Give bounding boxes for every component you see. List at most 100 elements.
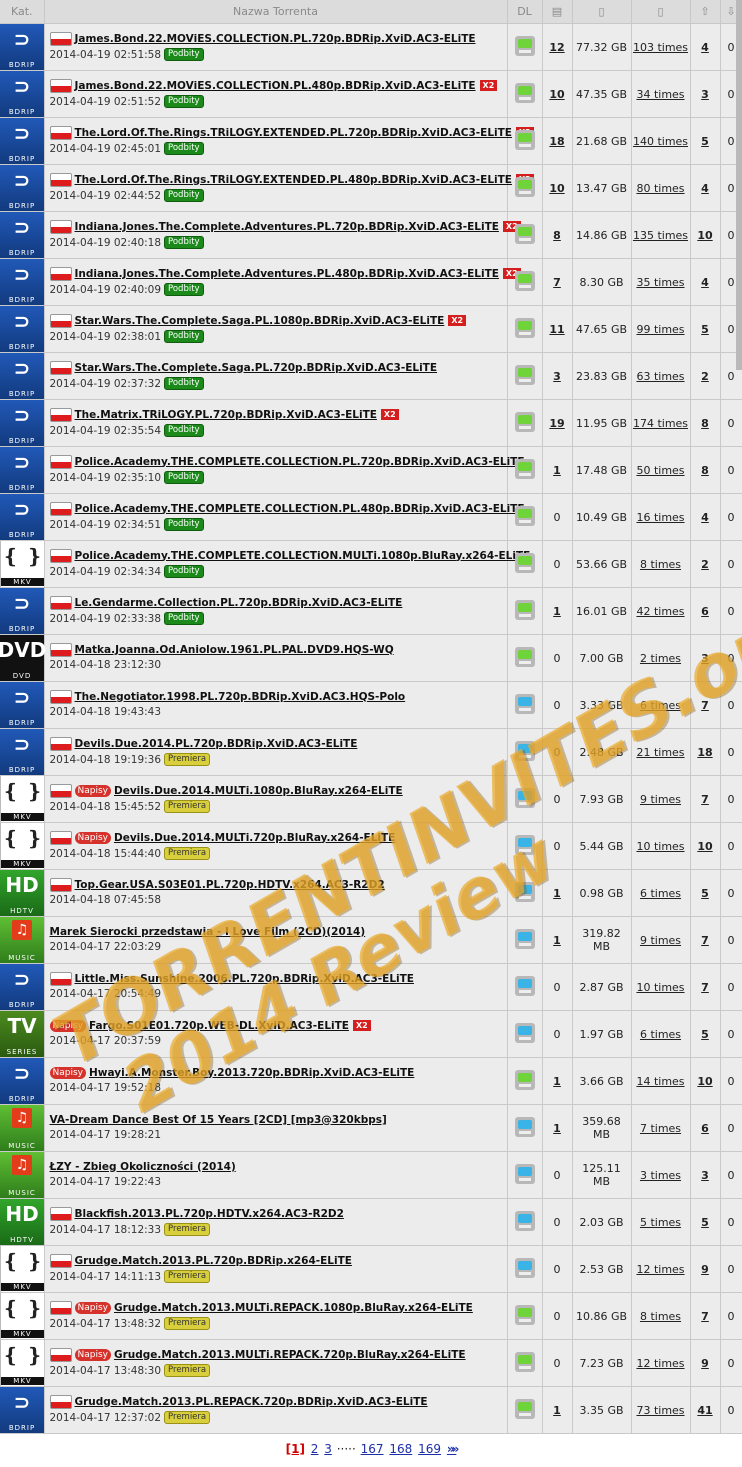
files-cell[interactable]: 1: [542, 1057, 573, 1105]
dl-cell[interactable]: [507, 822, 543, 870]
torrent-title-link[interactable]: The.Lord.Of.The.Rings.TRiLOGY.EXTENDED.P…: [75, 174, 512, 186]
category-cell[interactable]: ⊃ BDRIP: [0, 587, 45, 635]
dl-cell[interactable]: [507, 963, 543, 1011]
category-cell[interactable]: DVD DVD: [0, 634, 46, 682]
completed-times-link[interactable]: 63 times: [636, 370, 684, 383]
dl-cell[interactable]: [507, 1292, 543, 1340]
completed-cell[interactable]: 50 times: [631, 446, 691, 494]
download-icon[interactable]: [514, 834, 535, 855]
torrent-title-link[interactable]: Grudge.Match.2013.MULTi.REPACK.720p.BluR…: [114, 1349, 466, 1361]
completed-times-link[interactable]: 135 times: [633, 229, 688, 242]
download-icon[interactable]: [514, 646, 535, 667]
seeders-cell[interactable]: 18: [690, 728, 721, 776]
files-cell[interactable]: 1: [542, 916, 573, 964]
category-bdrip-icon[interactable]: ⊃ BDRIP: [0, 588, 44, 634]
seeders-count[interactable]: 10: [697, 229, 712, 242]
download-icon[interactable]: [514, 1210, 535, 1231]
category-cell[interactable]: ❴ ❵ MKV: [0, 822, 45, 870]
dl-cell[interactable]: [507, 1198, 543, 1246]
torrent-title-link[interactable]: Police.Academy.THE.COMPLETE.COLLECTiON.P…: [75, 456, 525, 468]
completed-times-link[interactable]: 6 times: [640, 887, 681, 900]
files-count[interactable]: 1: [553, 887, 561, 900]
seeders-count[interactable]: 9: [701, 1357, 709, 1370]
download-icon[interactable]: [514, 176, 535, 197]
seeders-cell[interactable]: 3: [690, 70, 721, 118]
category-mkv-icon[interactable]: ❴ ❵ MKV: [0, 1293, 44, 1339]
completed-cell[interactable]: 63 times: [631, 352, 691, 400]
files-cell[interactable]: 12: [542, 23, 573, 71]
completed-cell[interactable]: 2 times: [631, 634, 691, 682]
download-icon[interactable]: [514, 458, 535, 479]
completed-cell[interactable]: 10 times: [631, 822, 691, 870]
completed-times-link[interactable]: 9 times: [640, 934, 681, 947]
download-icon[interactable]: [514, 270, 535, 291]
completed-times-link[interactable]: 3 times: [640, 1169, 681, 1182]
torrent-title-link[interactable]: The.Matrix.TRiLOGY.PL.720p.BDRip.XviD.AC…: [75, 409, 377, 421]
files-count[interactable]: 10: [549, 182, 564, 195]
category-bdrip-icon[interactable]: ⊃ BDRIP: [0, 118, 44, 164]
seeders-count[interactable]: 3: [701, 88, 709, 101]
download-icon[interactable]: [514, 364, 535, 385]
category-cell[interactable]: ⊃ BDRIP: [0, 23, 45, 71]
seeders-cell[interactable]: 4: [690, 258, 721, 306]
category-mkv-icon[interactable]: ❴ ❵ MKV: [0, 1340, 44, 1386]
completed-cell[interactable]: 12 times: [631, 1339, 691, 1387]
files-count[interactable]: 1: [553, 605, 561, 618]
torrent-title-link[interactable]: Devils.Due.2014.PL.720p.BDRip.XviD.AC3-E…: [75, 738, 358, 750]
dl-cell[interactable]: [507, 869, 543, 917]
dl-cell[interactable]: [507, 634, 543, 682]
torrent-title-link[interactable]: The.Negotiator.1998.PL.720p.BDRip.XviD.A…: [75, 691, 406, 703]
seeders-count[interactable]: 4: [701, 41, 709, 54]
seeders-cell[interactable]: 6: [690, 1104, 721, 1152]
seeders-cell[interactable]: 4: [690, 23, 721, 71]
category-bdrip-icon[interactable]: ⊃ BDRIP: [0, 682, 44, 728]
completed-times-link[interactable]: 12 times: [636, 1357, 684, 1370]
category-cell[interactable]: ♫ MUSIC: [0, 1151, 45, 1199]
torrent-title-link[interactable]: Marek Sierocki przedstawia - I Love Film…: [50, 926, 366, 938]
completed-times-link[interactable]: 5 times: [640, 1216, 681, 1229]
torrent-title-link[interactable]: Star.Wars.The.Complete.Saga.PL.720p.BDRi…: [75, 362, 438, 374]
torrent-title-link[interactable]: Grudge.Match.2013.PL.REPACK.720p.BDRip.X…: [75, 1396, 428, 1408]
files-cell[interactable]: 10: [542, 70, 573, 118]
files-cell[interactable]: 18: [542, 117, 573, 165]
seeders-cell[interactable]: 5: [690, 869, 721, 917]
category-dvd-icon[interactable]: DVD DVD: [0, 635, 46, 681]
completed-cell[interactable]: 80 times: [631, 164, 691, 212]
completed-cell[interactable]: 103 times: [631, 23, 691, 71]
completed-times-link[interactable]: 8 times: [640, 558, 681, 571]
files-count[interactable]: 11: [549, 323, 564, 336]
torrent-title-link[interactable]: Grudge.Match.2013.PL.720p.BDRip.x264-ELi…: [75, 1255, 352, 1267]
page-link[interactable]: 168: [389, 1442, 412, 1456]
completed-times-link[interactable]: 6 times: [640, 699, 681, 712]
completed-cell[interactable]: 174 times: [631, 399, 691, 447]
files-cell[interactable]: 1: [542, 869, 573, 917]
category-cell[interactable]: ❴ ❵ MKV: [0, 775, 45, 823]
dl-cell[interactable]: [507, 211, 543, 259]
download-icon[interactable]: [514, 1116, 535, 1137]
completed-times-link[interactable]: 10 times: [636, 840, 684, 853]
torrent-title-link[interactable]: Police.Academy.THE.COMPLETE.COLLECTiON.P…: [75, 503, 525, 515]
seeders-cell[interactable]: 3: [690, 1151, 721, 1199]
files-cell[interactable]: 1: [542, 1104, 573, 1152]
files-cell[interactable]: 3: [542, 352, 573, 400]
completed-times-link[interactable]: 9 times: [640, 793, 681, 806]
torrent-title-link[interactable]: Matka.Joanna.Od.Aniolow.1961.PL.PAL.DVD9…: [75, 644, 394, 656]
header-name[interactable]: Nazwa Torrenta: [44, 0, 508, 24]
completed-cell[interactable]: 6 times: [631, 681, 691, 729]
download-icon[interactable]: [514, 928, 535, 949]
download-icon[interactable]: [514, 552, 535, 573]
torrent-title-link[interactable]: Police.Academy.THE.COMPLETE.COLLECTiON.M…: [75, 550, 531, 562]
category-cell[interactable]: ❴ ❵ MKV: [0, 1245, 45, 1293]
seeders-count[interactable]: 7: [701, 934, 709, 947]
seeders-cell[interactable]: 41: [690, 1386, 721, 1434]
completed-cell[interactable]: 6 times: [631, 1010, 691, 1058]
category-cell[interactable]: ⊃ BDRIP: [0, 963, 45, 1011]
seeders-cell[interactable]: 7: [690, 963, 721, 1011]
seeders-count[interactable]: 3: [701, 1169, 709, 1182]
files-cell[interactable]: 10: [542, 164, 573, 212]
download-icon[interactable]: [514, 317, 535, 338]
dl-cell[interactable]: [507, 916, 543, 964]
category-cell[interactable]: ♫ MUSIC: [0, 1104, 45, 1152]
dl-cell[interactable]: [507, 1151, 543, 1199]
download-icon[interactable]: [514, 82, 535, 103]
